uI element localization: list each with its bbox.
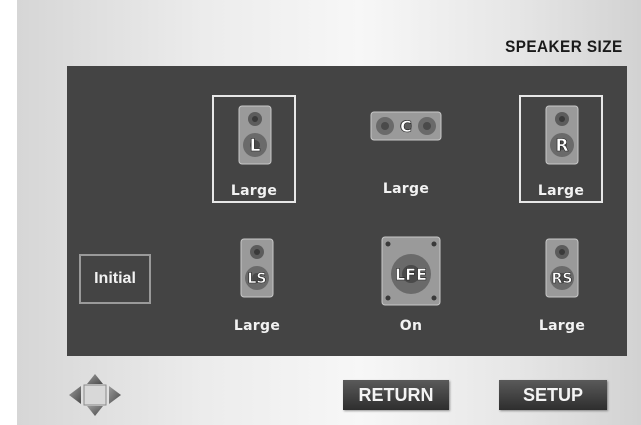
speaker-subwoofer[interactable]: LFE On (371, 234, 451, 344)
speaker-icon: LS (240, 238, 274, 298)
speaker-size-label: Large (537, 183, 585, 199)
speaker-size-label: On (399, 318, 423, 334)
dpad-icon (69, 374, 121, 416)
speaker-front-right[interactable]: R Large (519, 95, 603, 203)
center-speaker-icon: C (370, 111, 442, 141)
speaker-panel: L Large C Large R Large Initial LS Large… (67, 66, 627, 356)
speaker-icon: R (545, 105, 579, 165)
initial-button[interactable]: Initial (79, 254, 151, 304)
speaker-size-label: Large (230, 183, 278, 199)
screen-title: SPEAKER SIZE (505, 37, 623, 56)
speaker-channel-label: RS (552, 271, 573, 287)
speaker-channel-label: R (555, 136, 568, 156)
speaker-surround-right[interactable]: RS Large (522, 234, 602, 344)
setup-button[interactable]: SETUP (499, 380, 607, 410)
subwoofer-icon: LFE (381, 236, 441, 306)
speaker-size-label: Large (382, 181, 430, 197)
speaker-size-label: Large (233, 318, 281, 334)
speaker-icon: L (238, 105, 272, 165)
speaker-surround-left[interactable]: LS Large (217, 234, 297, 344)
speaker-channel-label: L (250, 136, 261, 156)
speaker-channel-label: C (400, 117, 412, 136)
speaker-size-screen: SPEAKER SIZE L Large C Large R Large Ini… (17, 0, 641, 425)
speaker-size-label: Large (538, 318, 586, 334)
speaker-channel-label: LFE (395, 265, 427, 284)
speaker-front-left[interactable]: L Large (212, 95, 296, 203)
speaker-center[interactable]: C Large (361, 95, 451, 203)
speaker-channel-label: LS (247, 271, 266, 287)
return-button[interactable]: RETURN (343, 380, 449, 410)
speaker-icon: RS (545, 238, 579, 298)
